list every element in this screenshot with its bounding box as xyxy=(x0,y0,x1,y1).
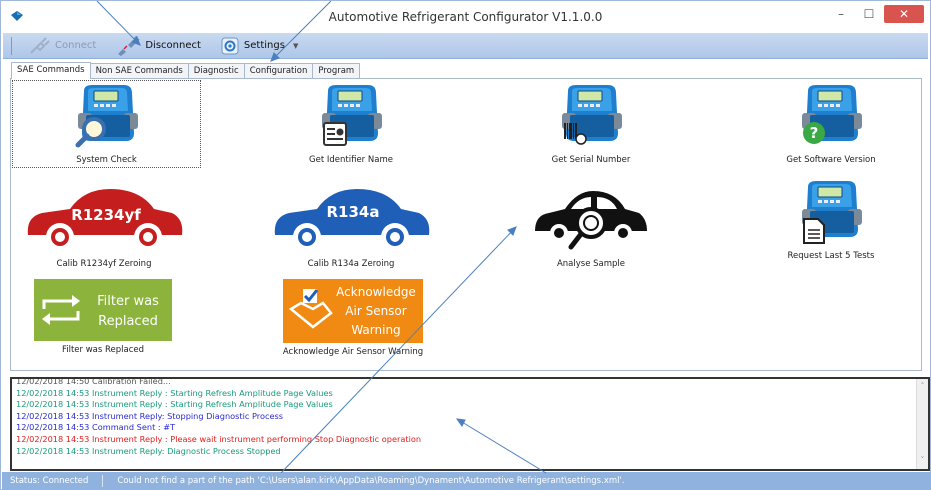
calib-r1234yf-zeroing-command[interactable]: R1234yf Calib R1234yf Zeroing xyxy=(19,177,189,269)
instrument-question-icon: ? xyxy=(801,84,863,144)
toolbar-grip xyxy=(11,36,12,55)
get-identifier-name-command[interactable]: Get Identifier Name xyxy=(281,81,421,165)
log-line: 12/02/2018 14:53 Instrument Reply: Diagn… xyxy=(16,445,281,456)
filter-was-replaced-label: Filter was Replaced xyxy=(61,345,145,355)
log-line: 12/02/2018 14:50 Calibration Failed... xyxy=(16,377,171,386)
disconnect-label: Disconnect xyxy=(145,40,201,51)
close-button[interactable]: ✕ xyxy=(884,5,924,23)
sae-commands-panel: System Check Get Identifier Name Get Ser… xyxy=(10,78,922,371)
calib-r1234yf-label: Calib R1234yf Zeroing xyxy=(56,259,152,269)
title-bar: Automotive Refrigerant Configurator V1.1… xyxy=(1,1,930,33)
tab-diagnostic[interactable]: Diagnostic xyxy=(187,63,245,79)
log-line: 12/02/2018 14:53 Instrument Reply : Star… xyxy=(16,399,333,410)
r1234yf-text: R1234yf xyxy=(71,206,141,224)
instrument-barcode-icon xyxy=(561,84,623,145)
log-line: 12/02/2018 14:53 Instrument Reply : Star… xyxy=(16,387,333,398)
filter-tile-line2: Replaced xyxy=(98,314,158,329)
acknowledge-air-sensor-warning-command[interactable]: Acknowledge Air Sensor Warning Acknowled… xyxy=(273,279,433,357)
get-identifier-name-label: Get Identifier Name xyxy=(309,155,393,165)
get-serial-number-command[interactable]: Get Serial Number xyxy=(521,81,661,165)
log-lines: 12/02/2018 14:50 Calibration Failed... 12… xyxy=(16,377,924,457)
log-scrollbar[interactable]: ˄ ˅ xyxy=(916,379,928,469)
settings-dropdown[interactable]: Settings ▼ xyxy=(217,35,302,57)
get-software-version-command[interactable]: ? Get Software Version xyxy=(756,81,906,165)
status-separator xyxy=(102,475,104,487)
log-line: 12/02/2018 14:53 Instrument Reply : Plea… xyxy=(16,433,422,444)
toolbar: Connect Disconnect Settings ▼ xyxy=(3,33,928,59)
minimize-button[interactable]: – xyxy=(828,5,854,23)
connect-label: Connect xyxy=(55,40,97,51)
acknowledge-air-sensor-warning-label: Acknowledge Air Sensor Warning xyxy=(282,347,424,357)
window-controls: – ☐ ✕ xyxy=(828,5,924,23)
scroll-up-icon[interactable]: ˄ xyxy=(917,381,928,393)
settings-label: Settings xyxy=(243,40,285,51)
get-software-version-label: Get Software Version xyxy=(786,155,876,165)
connect-button[interactable]: Connect xyxy=(24,35,100,57)
system-check-command[interactable]: System Check xyxy=(12,80,201,168)
tab-program[interactable]: Program xyxy=(312,63,361,79)
chevron-down-icon: ▼ xyxy=(292,41,299,50)
car-magnifier-icon xyxy=(535,191,647,250)
tab-non-sae-commands[interactable]: Non SAE Commands xyxy=(89,63,189,79)
log-line: 12/02/2018 14:53 Command Sent : #T xyxy=(16,422,176,433)
red-car-icon: R1234yf xyxy=(27,189,182,251)
log-line: 12/02/2018 14:53 Instrument Reply: Stopp… xyxy=(16,410,284,421)
tab-sae-commands[interactable]: SAE Commands xyxy=(11,62,91,79)
plug-icon xyxy=(30,36,50,54)
r134a-text: R134a xyxy=(326,203,379,221)
get-serial-number-label: Get Serial Number xyxy=(551,155,631,165)
instrument-document-icon xyxy=(801,180,863,244)
instrument-id-card-icon xyxy=(321,84,383,146)
status-message: Could not find a part of the path 'C:\Us… xyxy=(117,476,625,486)
blue-car-icon: R134a xyxy=(274,189,429,251)
tab-strip: SAE Commands Non SAE Commands Diagnostic… xyxy=(11,62,361,79)
request-last-5-tests-command[interactable]: Request Last 5 Tests xyxy=(756,177,906,261)
disconnect-button[interactable]: Disconnect xyxy=(112,35,205,57)
ack-tile-line2: Air Sensor xyxy=(345,304,406,318)
analyse-sample-label: Analyse Sample xyxy=(556,259,626,269)
svg-text:?: ? xyxy=(810,124,819,142)
status-bar: Status: Connected Could not find a part … xyxy=(2,472,931,490)
window-title: Automotive Refrigerant Configurator V1.1… xyxy=(328,10,603,24)
unplug-icon xyxy=(118,35,140,56)
tab-configuration[interactable]: Configuration xyxy=(243,63,314,79)
log-output[interactable]: 12/02/2018 14:50 Calibration Failed... 12… xyxy=(10,377,930,471)
analyse-sample-command[interactable]: Analyse Sample xyxy=(521,177,661,269)
filter-replaced-tile: Filter was Replaced xyxy=(34,279,172,341)
app-window: Automotive Refrigerant Configurator V1.1… xyxy=(0,0,931,490)
filter-was-replaced-command[interactable]: Filter was Replaced Filter was Replaced xyxy=(33,279,173,355)
ack-tile-line3: Warning xyxy=(351,323,400,337)
maximize-button[interactable]: ☐ xyxy=(856,5,882,23)
calib-r134a-label: Calib R134a Zeroing xyxy=(307,259,395,269)
status-connection: Status: Connected xyxy=(10,476,89,486)
ack-tile-line1: Acknowledge xyxy=(336,285,416,299)
request-last-5-tests-label: Request Last 5 Tests xyxy=(787,251,875,261)
system-check-label: System Check xyxy=(76,155,137,165)
instrument-magnifier-icon xyxy=(75,84,138,148)
calib-r134a-zeroing-command[interactable]: R134a Calib R134a Zeroing xyxy=(266,177,436,269)
filter-tile-line1: Filter was xyxy=(97,294,159,309)
acknowledge-tile: Acknowledge Air Sensor Warning xyxy=(283,279,423,343)
gear-icon xyxy=(221,37,239,54)
scroll-down-icon[interactable]: ˅ xyxy=(917,455,928,467)
